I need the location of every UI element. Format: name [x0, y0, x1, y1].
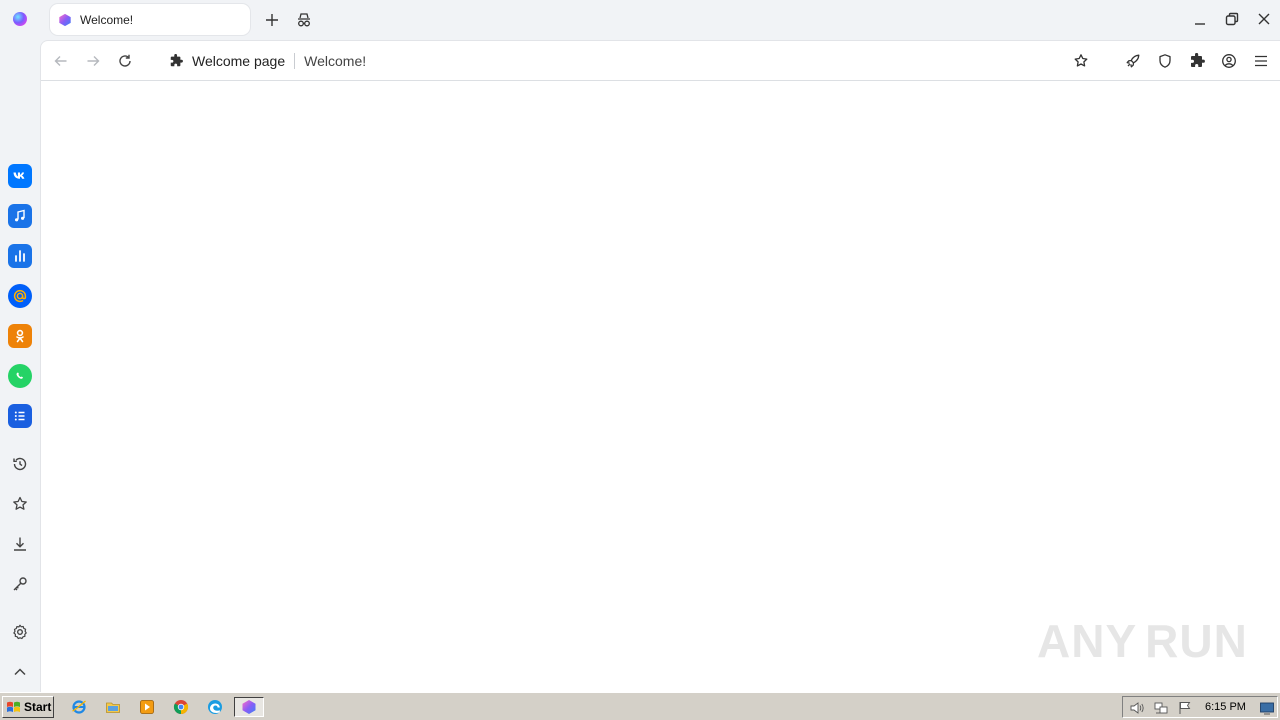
browser-window: Welcome page Welcome! ANY RUN	[40, 40, 1280, 693]
sidebar-app-odnoklassniki[interactable]	[8, 324, 32, 348]
odnoklassniki-icon	[16, 329, 24, 343]
extensions-button[interactable]	[1185, 49, 1209, 73]
taskbar-app-media-player[interactable]	[136, 697, 158, 717]
settings-icon	[13, 624, 27, 640]
browser-favicon-icon	[59, 13, 71, 26]
restore-icon	[1225, 12, 1239, 26]
minimize-icon	[1195, 23, 1205, 25]
sidebar-app-stats[interactable]	[8, 244, 32, 268]
start-button[interactable]: Start	[2, 696, 54, 718]
arrow-left-icon	[54, 56, 67, 66]
sidebar	[0, 40, 40, 692]
restore-button[interactable]	[1220, 7, 1244, 31]
sidebar-passwords-button[interactable]	[10, 574, 30, 594]
passwords-icon	[13, 577, 27, 591]
close-icon	[1258, 13, 1270, 25]
menu-button[interactable]	[1249, 49, 1273, 73]
close-button[interactable]	[1252, 7, 1276, 31]
sidebar-bookmarks-button[interactable]	[10, 494, 30, 514]
rocket-icon	[1126, 54, 1140, 68]
forward-button[interactable]	[81, 49, 105, 73]
watermark-text-left: ANY	[1037, 615, 1138, 667]
title-bar: Welcome!	[0, 0, 1280, 40]
address-divider	[294, 53, 296, 69]
watermark-text-right: RUN	[1145, 615, 1248, 667]
start-label: Start	[24, 700, 52, 714]
network-icon[interactable]	[1153, 700, 1169, 716]
hamburger-menu-icon	[1255, 55, 1267, 67]
plus-icon	[266, 14, 278, 26]
sidebar-collapse-button[interactable]	[10, 662, 30, 682]
extension-puzzle-icon	[169, 54, 183, 68]
new-tab-button[interactable]	[260, 8, 284, 32]
turbo-button[interactable]	[1121, 49, 1145, 73]
volume-icon[interactable]	[1129, 700, 1145, 716]
sidebar-history-button[interactable]	[10, 454, 30, 474]
incognito-icon	[298, 13, 310, 27]
address-site-name: Welcome page	[192, 53, 286, 69]
page-content	[41, 81, 1280, 693]
sidebar-app-whatsapp[interactable]	[8, 364, 32, 388]
reload-icon	[119, 54, 131, 67]
windows-logo-icon	[7, 701, 20, 712]
vk-icon	[13, 172, 25, 179]
taskbar-app-file-explorer[interactable]	[102, 697, 124, 717]
internet-explorer-icon	[72, 700, 86, 714]
taskbar-app-internet-explorer[interactable]	[68, 697, 90, 717]
whatsapp-icon	[16, 372, 23, 379]
sidebar-app-tasks[interactable]	[8, 404, 32, 428]
browser-logo-icon[interactable]	[13, 12, 27, 26]
puzzle-icon	[1191, 53, 1205, 67]
address-page-title: Welcome!	[304, 53, 367, 69]
file-explorer-icon	[106, 702, 120, 713]
incognito-button[interactable]	[292, 8, 316, 32]
bookmarks-icon	[13, 496, 27, 510]
profile-button[interactable]	[1217, 49, 1241, 73]
chevron-up-icon	[14, 668, 26, 676]
shield-icon	[1159, 54, 1171, 68]
show-desktop-icon[interactable]	[1259, 700, 1275, 716]
star-icon	[1074, 54, 1088, 67]
user-icon	[1222, 54, 1236, 68]
chrome-icon	[173, 700, 189, 715]
watermark: ANY RUN	[1037, 609, 1247, 673]
sidebar-settings-button[interactable]	[10, 622, 30, 642]
reload-button[interactable]	[113, 49, 137, 73]
protection-button[interactable]	[1153, 49, 1177, 73]
mail-icon	[13, 289, 27, 303]
action-center-flag-icon[interactable]	[1177, 700, 1193, 716]
sidebar-app-mail[interactable]	[8, 284, 32, 308]
taskbar-app-edge[interactable]	[204, 697, 226, 717]
sidebar-app-music[interactable]	[8, 204, 32, 228]
browser-icon	[242, 700, 256, 714]
taskbar-app-browser[interactable]	[234, 697, 264, 717]
minimize-button[interactable]	[1188, 8, 1212, 32]
taskbar-clock[interactable]: 6:15 PM	[1205, 701, 1246, 713]
arrow-right-icon	[87, 56, 100, 66]
history-icon	[13, 457, 27, 471]
tasks-icon	[14, 411, 25, 421]
bookmark-page-button[interactable]	[1069, 49, 1093, 73]
tab-title: Welcome!	[80, 12, 134, 27]
media-player-icon	[140, 700, 154, 714]
taskbar: Start 6:15 PM	[0, 692, 1280, 720]
toolbar: Welcome page Welcome!	[41, 41, 1280, 81]
downloads-icon	[14, 537, 26, 551]
sidebar-app-vk[interactable]	[8, 164, 32, 188]
sidebar-downloads-button[interactable]	[10, 534, 30, 554]
edge-icon	[208, 700, 222, 714]
address-bar[interactable]: Welcome page Welcome!	[169, 50, 366, 72]
music-icon	[15, 209, 25, 222]
back-button[interactable]	[49, 49, 73, 73]
taskbar-app-chrome[interactable]	[170, 697, 192, 717]
notification-area: 6:15 PM	[1122, 696, 1278, 718]
stats-icon	[15, 250, 25, 262]
tab-welcome[interactable]: Welcome!	[50, 4, 250, 35]
